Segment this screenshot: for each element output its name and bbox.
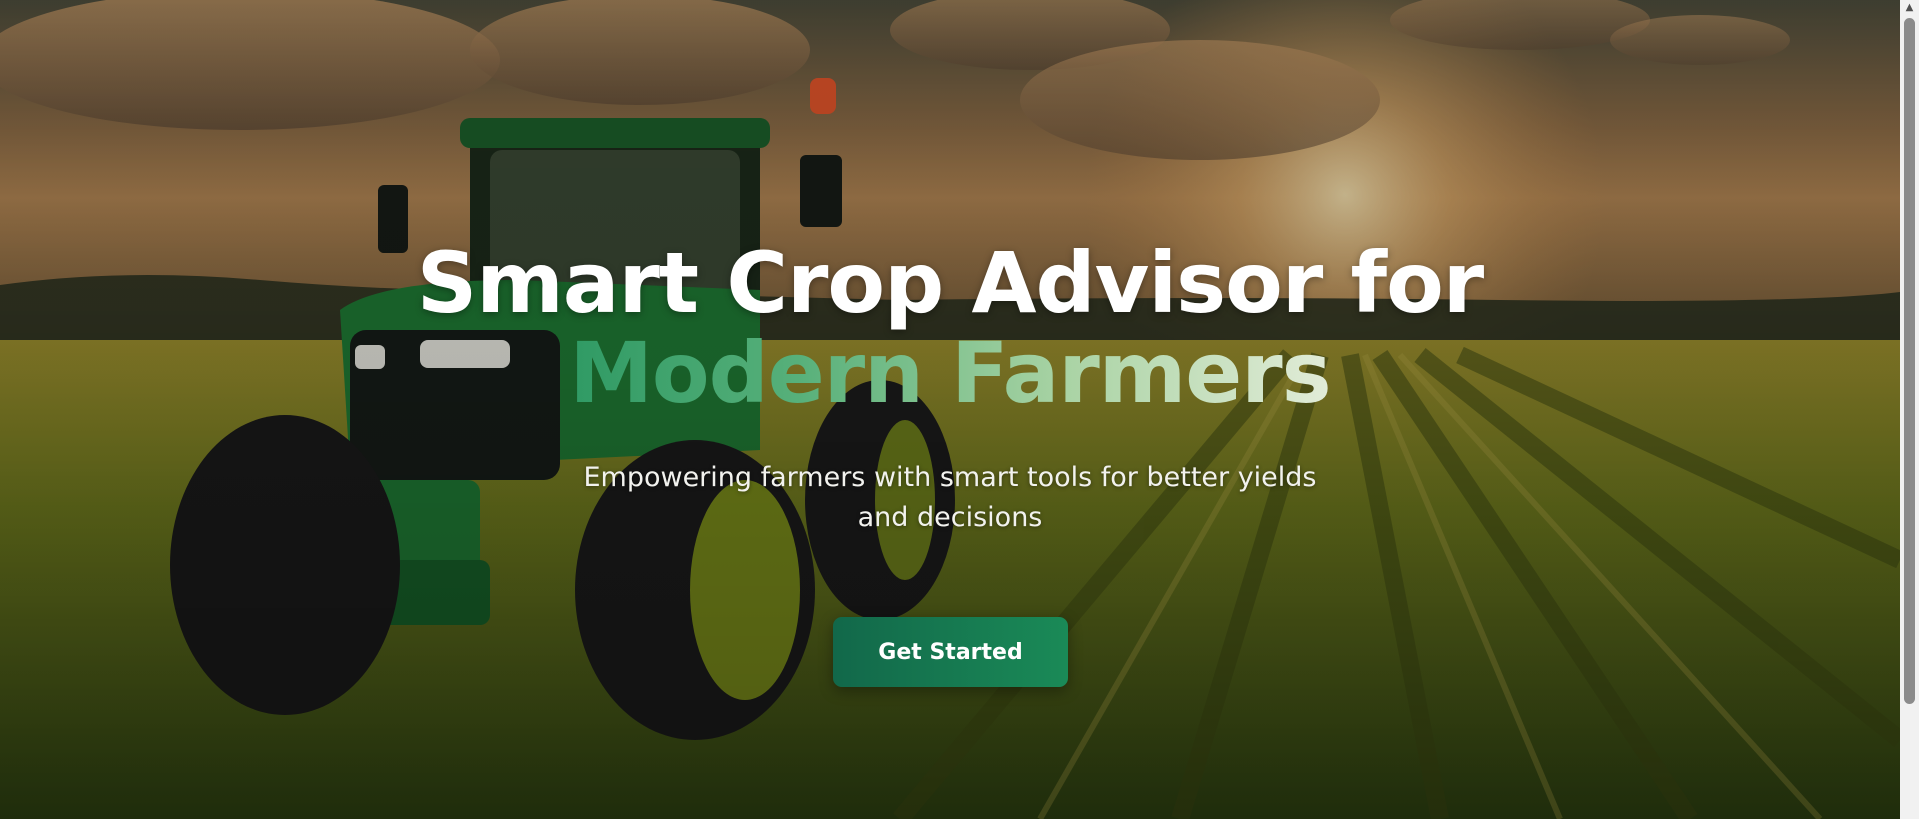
headline-line-2-highlight: Modern Farmers [569,324,1331,422]
hero-headline: Smart Crop Advisor for Modern Farmers [0,238,1900,418]
vertical-scrollbar[interactable]: ▲ [1900,0,1919,819]
get-started-button[interactable]: Get Started [833,617,1068,687]
scrollbar-thumb[interactable] [1904,18,1915,704]
headline-line-1: Smart Crop Advisor for [416,234,1484,332]
hero-content: Smart Crop Advisor for Modern Farmers Em… [0,0,1900,819]
page: Smart Crop Advisor for Modern Farmers Em… [0,0,1919,819]
scroll-up-arrow-icon[interactable]: ▲ [1900,0,1919,16]
hero-subtitle: Empowering farmers with smart tools for … [583,462,1317,533]
hero-section: Smart Crop Advisor for Modern Farmers Em… [0,0,1900,819]
